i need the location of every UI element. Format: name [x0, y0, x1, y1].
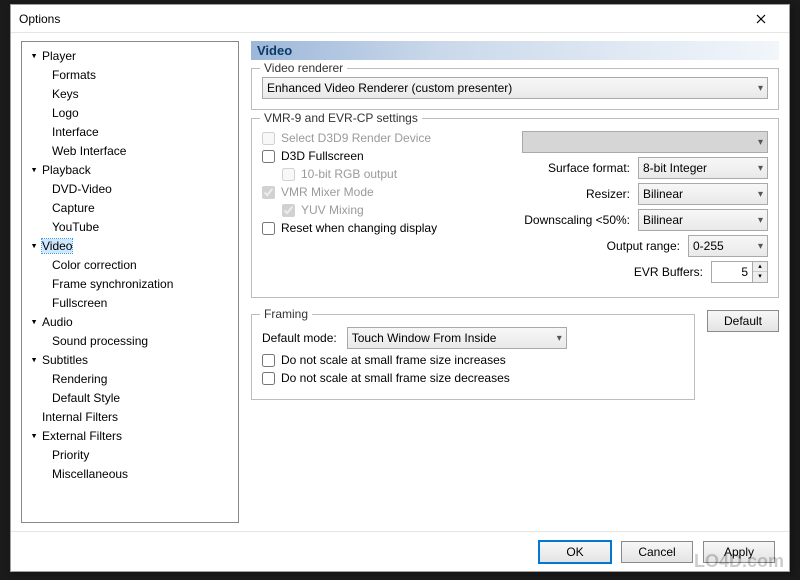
- tree-item-dvd-video[interactable]: DVD-Video: [24, 179, 236, 198]
- downscale-combo[interactable]: Bilinear▾: [638, 209, 768, 231]
- cancel-button[interactable]: Cancel: [621, 541, 693, 563]
- tree-item-video[interactable]: ▾ Video: [24, 236, 236, 255]
- resizer-label: Resizer:: [586, 187, 630, 201]
- video-renderer-group: Video renderer Enhanced Video Renderer (…: [251, 68, 779, 110]
- tree-item-keys[interactable]: Keys: [24, 84, 236, 103]
- step-down[interactable]: ▾: [753, 272, 767, 282]
- tree-item-capture[interactable]: Capture: [24, 198, 236, 217]
- d3d-fullscreen-checkbox[interactable]: D3D Fullscreen: [262, 149, 364, 163]
- tree-item-youtube[interactable]: YouTube: [24, 217, 236, 236]
- category-tree[interactable]: ▾ Player Formats Keys Logo Interface Web…: [21, 41, 239, 523]
- tree-item-frame-sync[interactable]: Frame synchronization: [24, 274, 236, 293]
- window-title: Options: [19, 12, 741, 26]
- chevron-down-icon[interactable]: ▾: [28, 353, 40, 366]
- d3d9-device-combo: ▾: [522, 131, 768, 153]
- tree-item-miscellaneous[interactable]: Miscellaneous: [24, 464, 236, 483]
- chevron-down-icon[interactable]: ▾: [28, 239, 40, 252]
- vmr-right-column: ▾ Surface format: 8-bit Integer▾ Resizer…: [522, 127, 768, 287]
- vmr-left-column: Select D3D9 Render Device D3D Fullscreen…: [262, 127, 508, 287]
- yuv-mixing-checkbox: YUV Mixing: [282, 203, 364, 217]
- default-button[interactable]: Default: [707, 310, 779, 332]
- tree-item-formats[interactable]: Formats: [24, 65, 236, 84]
- chevron-down-icon: ▾: [758, 163, 763, 174]
- tree-item-playback[interactable]: ▾ Playback: [24, 160, 236, 179]
- tree-item-rendering[interactable]: Rendering: [24, 369, 236, 388]
- tree-item-logo[interactable]: Logo: [24, 103, 236, 122]
- tree-item-fullscreen[interactable]: Fullscreen: [24, 293, 236, 312]
- evr-buffers-label: EVR Buffers:: [634, 265, 703, 279]
- tree-item-color-correction[interactable]: Color correction: [24, 255, 236, 274]
- evr-buffers-input[interactable]: [712, 262, 752, 282]
- ok-button[interactable]: OK: [539, 541, 611, 563]
- close-icon: [756, 14, 766, 24]
- chevron-down-icon[interactable]: ▾: [28, 163, 40, 176]
- tree-item-external-filters[interactable]: ▾ External Filters: [24, 426, 236, 445]
- tenbit-rgb-checkbox: 10-bit RGB output: [282, 167, 397, 181]
- evr-buffers-stepper[interactable]: ▴▾: [711, 261, 768, 283]
- tree-item-web-interface[interactable]: Web Interface: [24, 141, 236, 160]
- select-d3d9-checkbox: Select D3D9 Render Device: [262, 131, 431, 145]
- reset-display-checkbox[interactable]: Reset when changing display: [262, 221, 437, 235]
- chevron-down-icon[interactable]: ▾: [28, 315, 40, 328]
- tree-item-default-style[interactable]: Default Style: [24, 388, 236, 407]
- step-up[interactable]: ▴: [753, 262, 767, 272]
- renderer-combo[interactable]: Enhanced Video Renderer (custom presente…: [262, 77, 768, 99]
- chevron-down-icon: ▾: [758, 189, 763, 200]
- chevron-down-icon[interactable]: ▾: [28, 429, 40, 442]
- surface-format-combo[interactable]: 8-bit Integer▾: [638, 157, 768, 179]
- vmr-evr-group: VMR-9 and EVR-CP settings Select D3D9 Re…: [251, 118, 779, 298]
- framing-group: Framing Default mode: Touch Window From …: [251, 314, 695, 400]
- chevron-down-icon: ▾: [758, 83, 763, 94]
- downscale-label: Downscaling <50%:: [524, 213, 630, 227]
- renderer-value: Enhanced Video Renderer (custom presente…: [267, 81, 512, 95]
- output-range-combo[interactable]: 0-255▾: [688, 235, 768, 257]
- tree-item-player[interactable]: ▾ Player: [24, 46, 236, 65]
- chevron-down-icon[interactable]: ▾: [28, 49, 40, 62]
- close-button[interactable]: [741, 5, 781, 32]
- no-scale-inc-checkbox[interactable]: Do not scale at small frame size increas…: [262, 353, 506, 367]
- surface-format-label: Surface format:: [548, 161, 630, 175]
- dialog-footer: OK Cancel Apply: [11, 531, 789, 571]
- tree-item-audio[interactable]: ▾ Audio: [24, 312, 236, 331]
- tree-item-interface[interactable]: Interface: [24, 122, 236, 141]
- tree-item-priority[interactable]: Priority: [24, 445, 236, 464]
- chevron-down-icon: ▾: [758, 215, 763, 226]
- tree-item-internal-filters[interactable]: ▾ Internal Filters: [24, 407, 236, 426]
- group-legend: VMR-9 and EVR-CP settings: [260, 111, 422, 125]
- apply-button[interactable]: Apply: [703, 541, 775, 563]
- default-mode-label: Default mode:: [262, 331, 337, 345]
- titlebar: Options: [11, 5, 789, 33]
- group-legend: Framing: [260, 307, 312, 321]
- tree-item-sound-processing[interactable]: Sound processing: [24, 331, 236, 350]
- resizer-combo[interactable]: Bilinear▾: [638, 183, 768, 205]
- group-legend: Video renderer: [260, 61, 347, 75]
- output-range-label: Output range:: [607, 239, 680, 253]
- page-title: Video: [251, 41, 779, 60]
- chevron-down-icon: ▾: [758, 241, 763, 252]
- no-scale-dec-checkbox[interactable]: Do not scale at small frame size decreas…: [262, 371, 510, 385]
- tree-item-subtitles[interactable]: ▾ Subtitles: [24, 350, 236, 369]
- vmr-mixer-checkbox: VMR Mixer Mode: [262, 185, 374, 199]
- settings-pane: Video Video renderer Enhanced Video Rend…: [251, 41, 779, 523]
- default-mode-combo[interactable]: Touch Window From Inside▾: [347, 327, 567, 349]
- options-window: Options ▾ Player Formats Keys Logo Inter…: [10, 4, 790, 572]
- chevron-down-icon: ▾: [758, 137, 763, 148]
- chevron-down-icon: ▾: [557, 333, 562, 344]
